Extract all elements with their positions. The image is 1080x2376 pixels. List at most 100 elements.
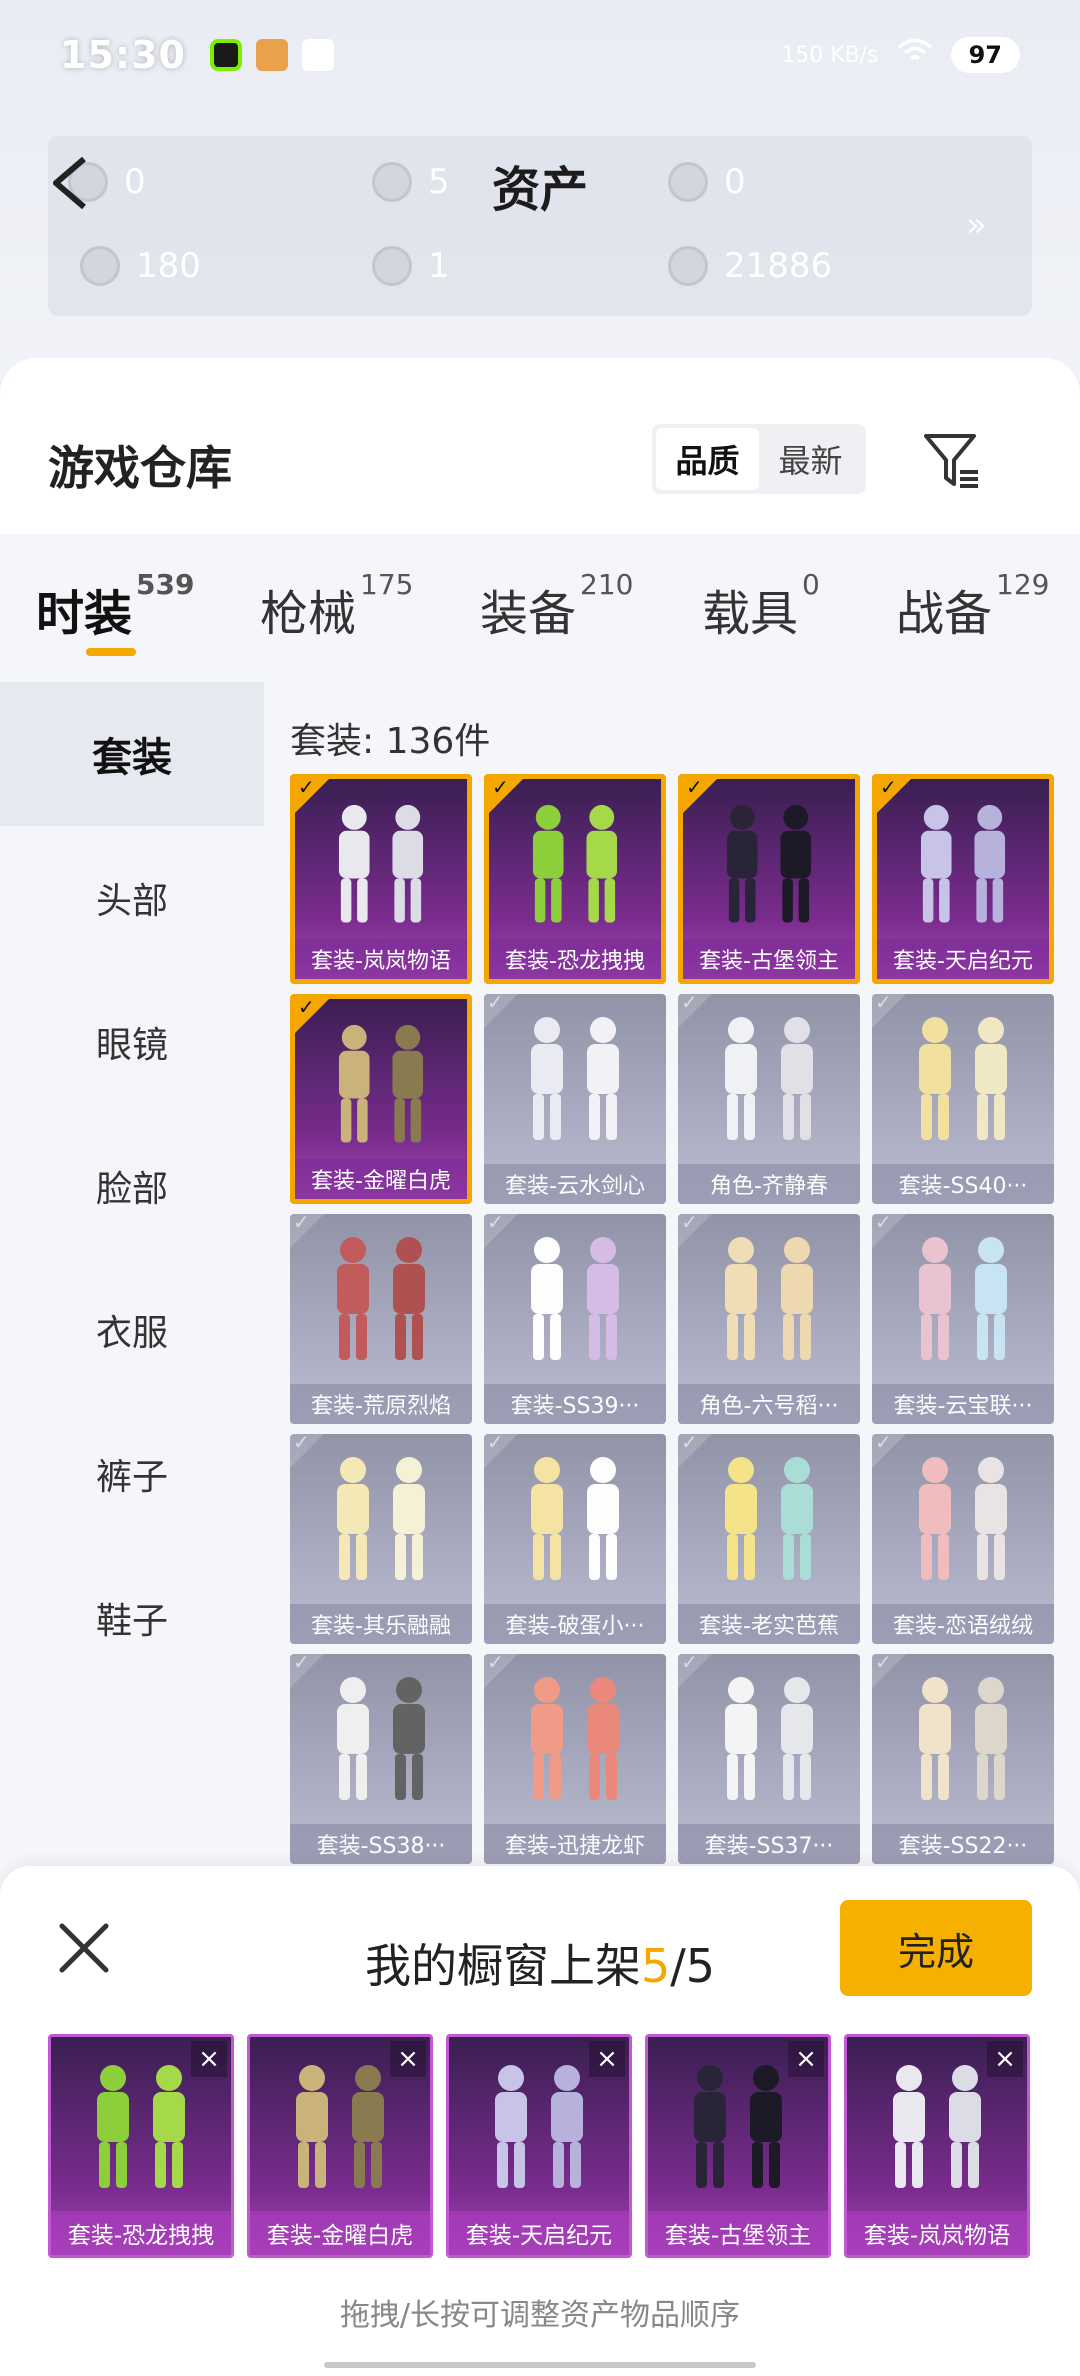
slot-label: 套装-金曜白虎 [250, 2211, 430, 2255]
item-card[interactable]: ✓ 套装-岚岚物语 [290, 774, 472, 984]
subcategory-clothes[interactable]: 衣服 [0, 1258, 264, 1402]
sort-option-latest[interactable]: 最新 [759, 428, 862, 490]
net-speed: 150 KB/s [781, 42, 879, 68]
item-card[interactable]: ✓ 套装-SS40··· [872, 994, 1054, 1204]
showcase-max-count: 5 [685, 1939, 716, 1993]
item-card[interactable]: ✓ 套装-恋语绒绒 [872, 1434, 1054, 1644]
outfit-figure [290, 1668, 472, 1818]
check-icon: ✓ [293, 1654, 310, 1674]
tab-count: 129 [996, 568, 1050, 601]
outfit-figure [290, 1448, 472, 1598]
tab-gear[interactable]: 战备129 [896, 568, 1049, 644]
filter-button[interactable] [920, 428, 984, 492]
item-card[interactable]: ✓ 角色-六号稻··· [678, 1214, 860, 1424]
outfit-figure [872, 1228, 1054, 1378]
item-card[interactable]: ✓ 套装-恐龙拽拽 [484, 774, 666, 984]
check-icon: ✓ [875, 1654, 892, 1674]
remove-icon[interactable]: × [191, 2041, 227, 2077]
item-card[interactable]: ✓ 套装-老实芭蕉 [678, 1434, 860, 1644]
item-card[interactable]: ✓ 套装-SS38··· [290, 1654, 472, 1864]
asset-item: 1 [372, 246, 450, 286]
sort-option-quality[interactable]: 品质 [656, 428, 759, 490]
tab-label: 装备 [480, 586, 577, 642]
currency-icon [372, 246, 412, 286]
outfit-figure [484, 1008, 666, 1158]
outfit-figure [683, 793, 855, 943]
item-card[interactable]: ✓ 套装-迅捷龙虾 [484, 1654, 666, 1864]
item-card[interactable]: ✓ 套装-古堡领主 [678, 774, 860, 984]
subcategory-pants[interactable]: 裤子 [0, 1402, 264, 1546]
showcase-separator: / [670, 1939, 686, 1993]
subcategory-face[interactable]: 脸部 [0, 1114, 264, 1258]
showcase-current-count: 5 [640, 1939, 671, 1993]
outfit-figure [872, 1008, 1054, 1158]
tab-label: 战备 [896, 586, 993, 642]
reorder-hint: 拖拽/长按可调整资产物品顺序 [339, 2298, 741, 2333]
status-bar: 15:30 150 KB/s 97 [0, 0, 1080, 110]
check-icon: ✓ [298, 995, 315, 1019]
app-icon [209, 39, 242, 71]
showcase-slot[interactable]: × 套装-金曜白虎 [247, 2034, 433, 2258]
remove-icon[interactable]: × [589, 2041, 625, 2077]
tab-equipment[interactable]: 装备210 [480, 568, 633, 644]
showcase-slot[interactable]: × 套装-古堡领主 [645, 2034, 831, 2258]
slot-label: 套装-古堡领主 [648, 2211, 828, 2255]
currency-icon [80, 246, 120, 286]
subcategory-outfit[interactable]: 套装 [0, 682, 264, 826]
outfit-figure [295, 1013, 467, 1163]
tab-fashion[interactable]: 时装539 [36, 568, 194, 644]
back-arrow-icon [53, 156, 86, 210]
remove-icon[interactable]: × [987, 2041, 1023, 2077]
showcase-slot[interactable]: × 套装-恐龙拽拽 [48, 2034, 234, 2258]
item-label: 套装-岚岚物语 [295, 939, 467, 979]
warehouse-title: 游戏仓库 [48, 441, 232, 495]
remove-icon[interactable]: × [390, 2041, 426, 2077]
home-indicator[interactable] [324, 2362, 756, 2368]
remove-icon[interactable]: × [788, 2041, 824, 2077]
item-card[interactable]: ✓ 角色-齐静春 [678, 994, 860, 1204]
subcategory-shoes[interactable]: 鞋子 [0, 1546, 264, 1690]
asset-value: 180 [136, 246, 201, 286]
tab-count: 175 [360, 568, 414, 601]
item-label: 套装-荒原烈焰 [290, 1384, 472, 1424]
item-label: 套装-破蛋小··· [484, 1604, 666, 1644]
item-count: 套装: 136件 [290, 721, 491, 762]
item-card[interactable]: ✓ 套装-SS22··· [872, 1654, 1054, 1864]
check-icon: ✓ [293, 1214, 310, 1234]
item-card[interactable]: ✓ 套装-破蛋小··· [484, 1434, 666, 1644]
item-label: 套装-老实芭蕉 [678, 1604, 860, 1644]
item-card[interactable]: ✓ 套装-云宝联··· [872, 1214, 1054, 1424]
item-label: 套装-云宝联··· [872, 1384, 1054, 1424]
mail-icon [301, 39, 334, 71]
check-icon: ✓ [681, 1654, 698, 1674]
item-card[interactable]: ✓ 套装-SS39··· [484, 1214, 666, 1424]
check-icon: ✓ [875, 1214, 892, 1234]
item-card[interactable]: ✓ 套装-荒原烈焰 [290, 1214, 472, 1424]
back-button[interactable] [40, 148, 100, 218]
item-card[interactable]: ✓ 套装-金曜白虎 [290, 994, 472, 1204]
tab-count: 210 [580, 568, 634, 601]
check-icon: ✓ [487, 1434, 504, 1454]
outfit-figure [678, 1228, 860, 1378]
showcase-slot[interactable]: × 套装-天启纪元 [446, 2034, 632, 2258]
tab-guns[interactable]: 枪械175 [260, 568, 413, 644]
check-icon: ✓ [686, 775, 703, 799]
item-label: 套装-SS37··· [678, 1824, 860, 1864]
subcategory-glasses[interactable]: 眼镜 [0, 970, 264, 1114]
item-card[interactable]: ✓ 套装-SS37··· [678, 1654, 860, 1864]
check-icon: ✓ [875, 1434, 892, 1454]
status-right: 150 KB/s 97 [781, 37, 1020, 73]
check-icon: ✓ [875, 994, 892, 1014]
item-card[interactable]: ✓ 套装-天启纪元 [872, 774, 1054, 984]
item-card[interactable]: ✓ 套装-其乐融融 [290, 1434, 472, 1644]
tab-vehicles[interactable]: 载具0 [702, 568, 820, 644]
item-card[interactable]: ✓ 套装-云水剑心 [484, 994, 666, 1204]
outfit-figure [484, 1668, 666, 1818]
item-label: 套装-恐龙拽拽 [489, 939, 661, 979]
status-time: 15:30 [60, 33, 186, 77]
subcategory-head[interactable]: 头部 [0, 826, 264, 970]
outfit-figure [872, 1448, 1054, 1598]
done-button[interactable]: 完成 [840, 1900, 1032, 1996]
asset-item: 180 [80, 246, 201, 286]
showcase-slot[interactable]: × 套装-岚岚物语 [844, 2034, 1030, 2258]
